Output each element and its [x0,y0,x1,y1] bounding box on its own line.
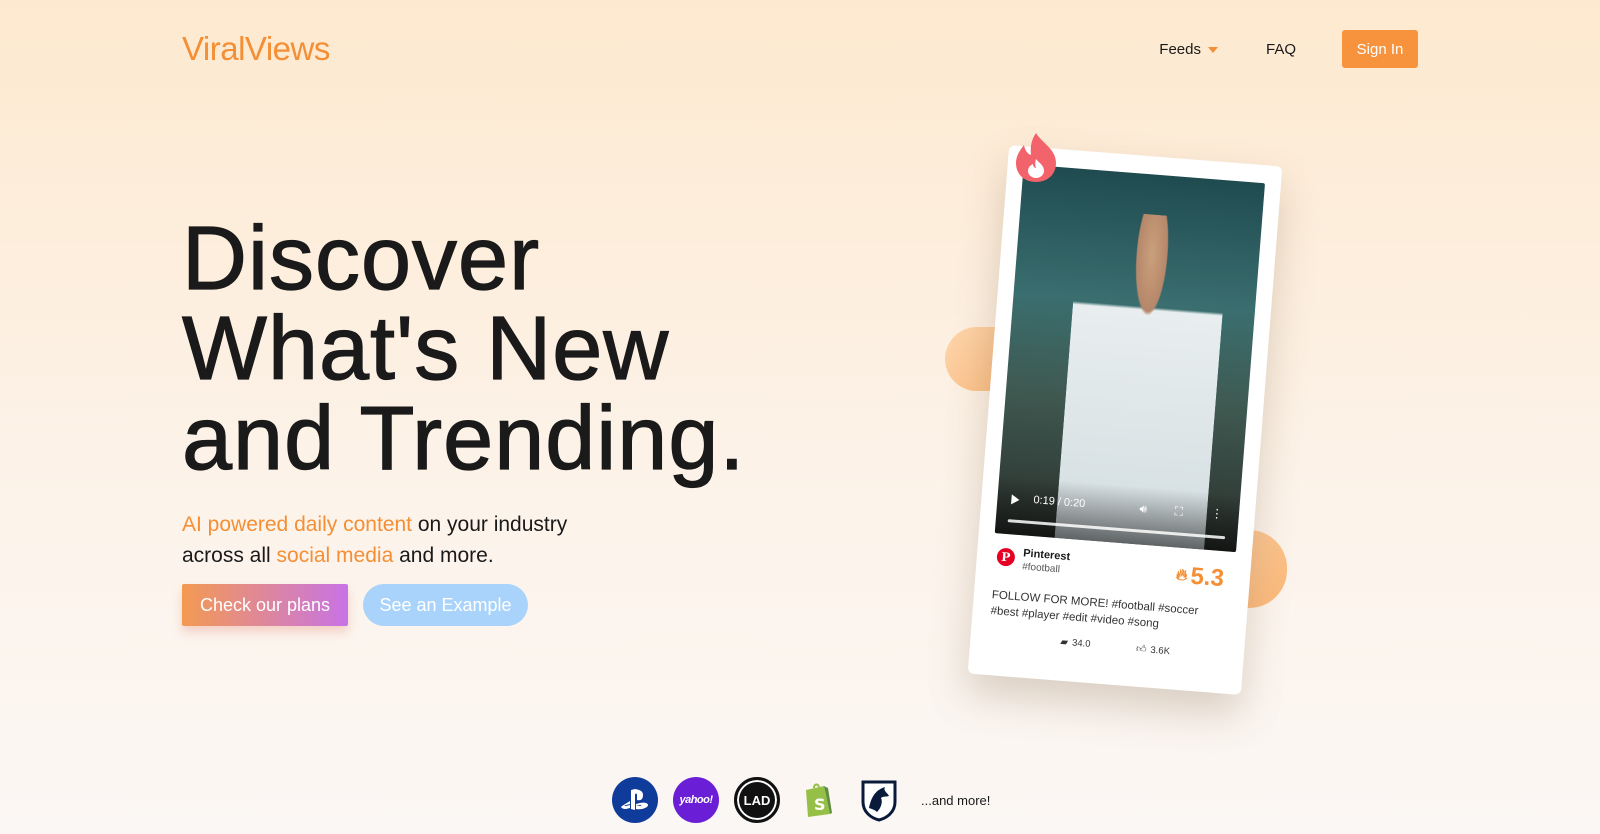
play-icon[interactable] [1011,494,1020,505]
sign-in-button[interactable]: Sign In [1342,30,1418,68]
comment-icon: ▰ [1059,636,1069,649]
ladbible-logo-text: LAD [743,792,771,808]
ladbible-logo: LAD [734,777,780,823]
post-tag: #football [1021,561,1061,576]
playstation-logo [612,777,658,823]
more-options-icon[interactable]: ⋮ [1210,506,1223,521]
thumbs-up-icon: 👍︎ [1135,643,1147,656]
subtitle-highlight: social media [276,544,394,567]
team-liquid-logo [856,777,902,823]
check-plans-button[interactable]: Check our plans [182,584,348,626]
nav-feeds-label: Feeds [1159,40,1201,58]
video-progress-bar[interactable] [1007,519,1226,540]
svg-text:S: S [814,795,826,814]
volume-icon[interactable]: 🔊︎ [1139,501,1148,517]
more-partners-text: ...and more! [921,792,991,808]
hero-headline: Discover What's New and Trending. [181,209,746,489]
trending-post-card[interactable]: 0:19 / 0:20 🔊︎ ⛶ ⋮ P Pinterest #football… [967,145,1283,695]
subtitle-text: on your industry [411,513,568,536]
post-platform: Pinterest [1022,547,1071,564]
headline-line: and Trending. [181,389,746,489]
fire-icon [1012,131,1060,183]
viral-score: 🔥︎ 5.3 [1175,562,1225,594]
brand-logo[interactable]: ViralViews [182,30,330,68]
partner-logos: yahoo! LAD S ...and more! [612,777,990,823]
comments-stat: ▰ 34.0 [1060,637,1091,650]
yahoo-logo: yahoo! [673,777,719,823]
headline-line: What's New [181,299,670,399]
post-card-body: 0:19 / 0:20 🔊︎ ⛶ ⋮ P Pinterest #football… [967,145,1283,695]
nav-feeds-dropdown[interactable]: Feeds [1159,41,1218,58]
pinterest-icon: P [996,547,1016,567]
subtitle-highlight: AI powered daily content [182,513,412,536]
video-time: 0:19 / 0:20 [1032,494,1086,511]
flame-icon: 🔥︎ [1175,566,1189,585]
comments-count: 34.0 [1071,637,1091,650]
headline-line: Discover [181,209,541,309]
hero-subtitle: AI powered daily content on your industr… [182,509,567,571]
viral-score-value: 5.3 [1189,562,1225,593]
likes-count: 3.6K [1150,644,1171,657]
nav-faq-link[interactable]: FAQ [1266,41,1296,58]
likes-stat: 👍︎ 3.6K [1136,643,1171,658]
see-example-button[interactable]: See an Example [363,584,528,626]
top-nav: Feeds FAQ Sign In [1159,30,1418,68]
chevron-down-icon [1207,47,1218,53]
subtitle-text: and more. [393,544,494,567]
fullscreen-icon[interactable]: ⛶ [1174,504,1183,520]
subtitle-text: across all [182,544,277,567]
video-player[interactable]: 0:19 / 0:20 🔊︎ ⛶ ⋮ [994,164,1266,553]
shopify-logo: S [795,777,841,823]
